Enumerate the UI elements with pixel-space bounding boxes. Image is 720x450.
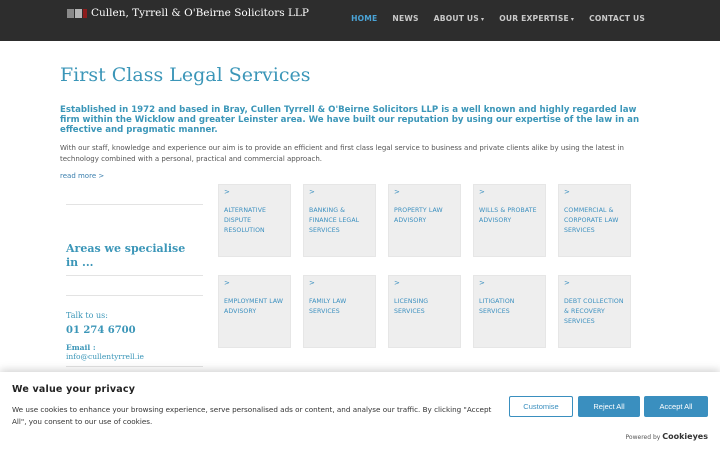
- nav-our-expertise[interactable]: OUR EXPERTISE ▾: [499, 14, 574, 23]
- main-nav: HOME NEWS ABOUT US ▾ OUR EXPERTISE ▾ CONTA…: [351, 14, 645, 23]
- nav-about-us-label: ABOUT US: [433, 14, 479, 23]
- service-tile-label: LICENSING SERVICES: [394, 298, 429, 315]
- service-tile-debt-collection[interactable]: > DEBT COLLECTION & RECOVERY SERVICES: [558, 275, 631, 348]
- divider: [66, 275, 203, 276]
- site-header: Cullen, Tyrrell & O'Beirne Solicitors LL…: [0, 0, 720, 41]
- nav-contact-us-label: CONTACT US: [589, 14, 645, 23]
- site-logo[interactable]: Cullen, Tyrrell & O'Beirne Solicitors LL…: [67, 6, 309, 20]
- chevron-right-icon: >: [479, 188, 485, 196]
- intro-body: With our staff, knowledge and experience…: [60, 144, 624, 163]
- service-tile-licensing[interactable]: > LICENSING SERVICES: [388, 275, 461, 348]
- service-tile-wills[interactable]: > WILLS & PROBATE ADVISORY: [473, 184, 546, 257]
- service-tile-banking[interactable]: > BANKING & FINANCE LEGAL SERVICES: [303, 184, 376, 257]
- chevron-right-icon: >: [224, 279, 230, 287]
- cookie-text: We use cookies to enhance your browsing …: [12, 405, 492, 426]
- chevron-right-icon: >: [564, 188, 570, 196]
- cookie-banner: We value your privacy We use cookies to …: [0, 372, 720, 450]
- service-tile-label: ALTERNATIVE DISPUTE RESOLUTION: [224, 207, 267, 234]
- talk-to-us-label: Talk to us:: [66, 311, 108, 320]
- service-tile-label: COMMERCIAL & CORPORATE LAW SERVICES: [564, 207, 619, 234]
- nav-contact-us[interactable]: CONTACT US: [589, 14, 645, 23]
- chevron-down-icon: ▾: [480, 16, 485, 23]
- chevron-right-icon: >: [224, 188, 230, 196]
- phone-number[interactable]: 01 274 6700: [66, 325, 136, 336]
- email-link[interactable]: info@cullentyrrell.ie: [66, 352, 144, 361]
- service-tile-litigation[interactable]: > LITIGATION SERVICES: [473, 275, 546, 348]
- service-tile-employment[interactable]: > EMPLOYMENT LAW ADVISORY: [218, 275, 291, 348]
- service-tile-label: LITIGATION SERVICES: [479, 298, 515, 315]
- accept-all-button[interactable]: Accept All: [644, 396, 708, 417]
- nav-news-label: NEWS: [392, 14, 419, 23]
- chevron-right-icon: >: [309, 188, 315, 196]
- chevron-right-icon: >: [479, 279, 485, 287]
- page-title: First Class Legal Services: [60, 64, 311, 86]
- service-tile-property[interactable]: > PROPERTY LAW ADVISORY: [388, 184, 461, 257]
- divider: [66, 366, 203, 367]
- chevron-down-icon: ▾: [570, 16, 575, 23]
- chevron-right-icon: >: [564, 279, 570, 287]
- service-tile-commercial[interactable]: > COMMERCIAL & CORPORATE LAW SERVICES: [558, 184, 631, 257]
- service-tile-label: BANKING & FINANCE LEGAL SERVICES: [309, 207, 360, 234]
- intro-lead: Established in 1972 and based in Bray, C…: [60, 105, 640, 135]
- logo-text: Cullen, Tyrrell & O'Beirne Solicitors LL…: [91, 7, 309, 19]
- nav-our-expertise-label: OUR EXPERTISE: [499, 14, 569, 23]
- service-tile-label: FAMILY LAW SERVICES: [309, 298, 347, 315]
- chevron-right-icon: >: [394, 188, 400, 196]
- divider: [66, 295, 203, 296]
- email-label: Email :: [66, 343, 96, 352]
- cookieyes-logo: Cookieyes: [662, 432, 708, 441]
- service-tile-label: DEBT COLLECTION & RECOVERY SERVICES: [564, 298, 624, 325]
- nav-home[interactable]: HOME: [351, 14, 377, 23]
- powered-by-label: Powered by: [625, 434, 661, 441]
- nav-home-label: HOME: [351, 14, 378, 23]
- service-tile-family[interactable]: > FAMILY LAW SERVICES: [303, 275, 376, 348]
- service-tile-label: PROPERTY LAW ADVISORY: [394, 207, 443, 224]
- reject-all-button[interactable]: Reject All: [578, 396, 640, 417]
- service-tile-adr[interactable]: > ALTERNATIVE DISPUTE RESOLUTION: [218, 184, 291, 257]
- nav-about-us[interactable]: ABOUT US ▾: [434, 14, 485, 23]
- chevron-right-icon: >: [309, 279, 315, 287]
- powered-by[interactable]: Powered by Cookieyes: [626, 432, 708, 441]
- service-tile-label: WILLS & PROBATE ADVISORY: [479, 207, 537, 224]
- read-more-link[interactable]: read more >: [60, 172, 104, 180]
- service-tile-label: EMPLOYMENT LAW ADVISORY: [224, 298, 284, 315]
- customise-button[interactable]: Customise: [509, 396, 573, 417]
- chevron-right-icon: >: [394, 279, 400, 287]
- divider: [66, 204, 203, 205]
- areas-heading: Areas we specialise in ...: [66, 242, 186, 269]
- nav-news[interactable]: NEWS: [392, 14, 418, 23]
- logo-mark-icon: [67, 8, 87, 18]
- cookie-title: We value your privacy: [12, 384, 136, 395]
